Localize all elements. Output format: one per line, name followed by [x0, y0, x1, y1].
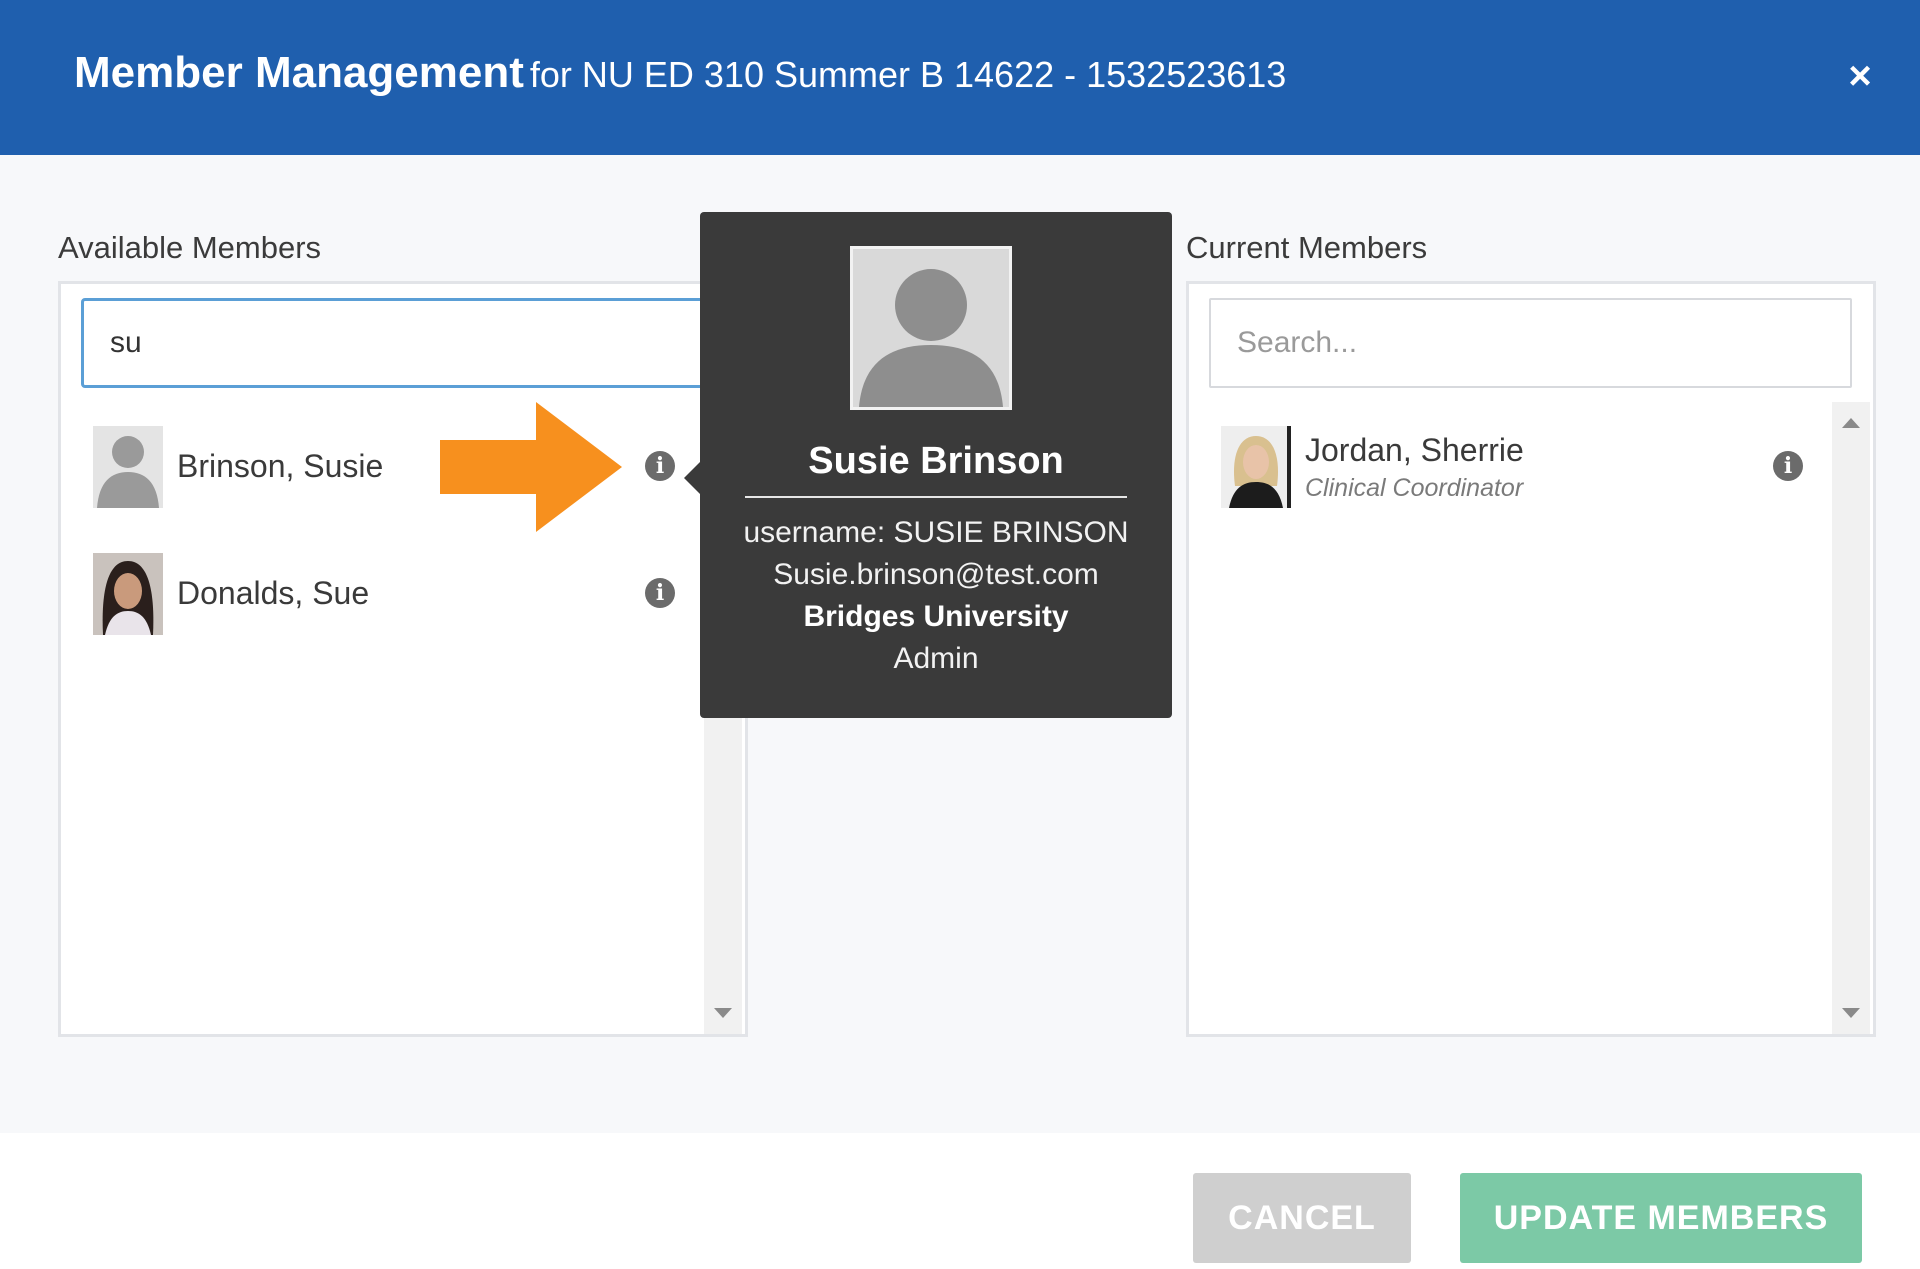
avatar — [93, 553, 163, 635]
list-item-jordan-sherrie[interactable]: Jordan, Sherrie Clinical Coordinator — [1221, 426, 1821, 510]
close-icon[interactable]: × — [1836, 52, 1884, 100]
member-name: Jordan, Sherrie — [1305, 432, 1524, 468]
member-name: Brinson, Susie — [177, 448, 384, 484]
list-item-donalds-sue[interactable]: Donalds, Sue — [93, 553, 683, 637]
modal-header: Member Management for NU ED 310 Summer B … — [0, 0, 1920, 155]
info-icon[interactable]: i — [645, 578, 675, 608]
tooltip-caret — [684, 462, 700, 494]
tooltip-name: Susie Brinson — [808, 440, 1064, 482]
avatar — [93, 426, 163, 508]
scroll-down-icon[interactable] — [714, 1008, 732, 1018]
available-search-input[interactable] — [81, 298, 761, 388]
avatar — [1221, 426, 1291, 508]
available-members-label: Available Members — [58, 230, 322, 265]
scroll-up-icon[interactable] — [1842, 418, 1860, 428]
member-role: Clinical Coordinator — [1305, 474, 1524, 502]
modal-title-text: Member Management — [74, 48, 524, 97]
available-members-panel — [58, 281, 748, 1037]
tooltip-email: Susie.brinson@test.com — [773, 558, 1099, 591]
current-members-label: Current Members — [1186, 230, 1428, 265]
modal-title: Member Management for NU ED 310 Summer B … — [74, 48, 1286, 98]
tooltip-role: Admin — [893, 642, 979, 675]
current-scrollbar[interactable] — [1832, 402, 1870, 1034]
info-icon[interactable]: i — [645, 451, 675, 481]
member-info-tooltip: Susie Brinson username: SUSIE BRINSON Su… — [684, 212, 1172, 718]
info-icon[interactable]: i — [1773, 451, 1803, 481]
current-members-panel — [1186, 281, 1876, 1037]
cancel-button[interactable]: CANCEL — [1193, 1173, 1411, 1263]
tooltip-username: username: SUSIE BRINSON — [743, 516, 1129, 549]
orange-arrow-icon — [440, 402, 622, 532]
scroll-down-icon[interactable] — [1842, 1008, 1860, 1018]
modal-subtitle: for NU ED 310 Summer B 14622 - 153252361… — [529, 54, 1287, 95]
tooltip-avatar — [850, 246, 1012, 410]
tooltip-divider — [745, 496, 1127, 498]
member-name: Donalds, Sue — [177, 575, 370, 611]
update-members-button[interactable]: UPDATE MEMBERS — [1460, 1173, 1862, 1263]
current-search-input[interactable] — [1209, 298, 1852, 388]
tooltip-organization: Bridges University — [803, 600, 1069, 633]
